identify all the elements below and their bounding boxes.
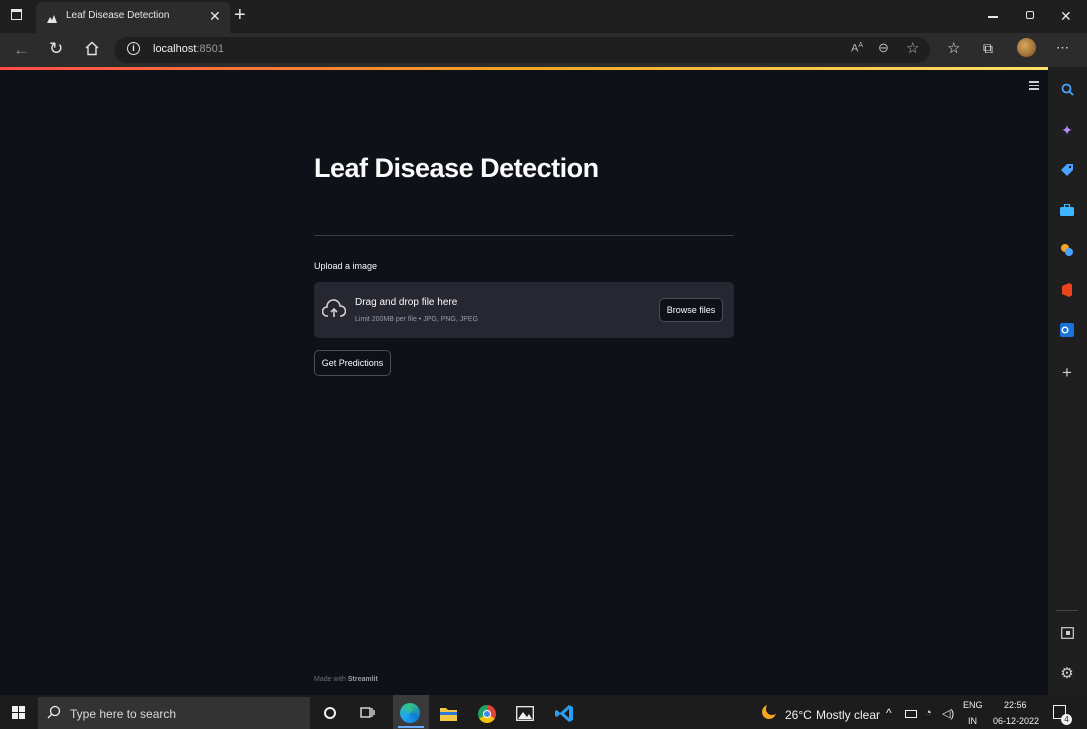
tools-briefcase-icon[interactable] bbox=[1057, 200, 1077, 220]
clock-time[interactable]: 22:56 bbox=[1004, 700, 1027, 710]
app-menu-icon[interactable] bbox=[1029, 81, 1039, 90]
upload-label: Upload a image bbox=[314, 261, 378, 271]
games-icon[interactable] bbox=[1057, 240, 1077, 260]
zoom-icon[interactable]: ⊖ bbox=[878, 40, 889, 56]
photos-icon[interactable] bbox=[516, 706, 534, 726]
search-placeholder: Type here to search bbox=[70, 707, 177, 721]
battery-icon[interactable] bbox=[905, 710, 917, 718]
site-info-icon[interactable]: i bbox=[127, 42, 140, 55]
window-menu-icon[interactable] bbox=[11, 9, 22, 20]
close-window-icon[interactable]: ✕ bbox=[1060, 8, 1072, 25]
footer: Made with Streamlit bbox=[314, 676, 378, 683]
discover-icon[interactable]: ✦ bbox=[1057, 120, 1077, 140]
footer-link[interactable]: Streamlit bbox=[348, 676, 378, 683]
url-text[interactable]: localhost:8501 bbox=[153, 43, 224, 55]
outlook-icon[interactable] bbox=[1057, 320, 1077, 340]
sidebar-divider bbox=[1056, 610, 1078, 611]
streamlit-favicon-icon bbox=[47, 10, 57, 23]
sidebar-settings-icon[interactable]: ⚙ bbox=[1057, 663, 1077, 683]
read-aloud-icon[interactable]: AA bbox=[851, 42, 863, 55]
shopping-tag-icon[interactable] bbox=[1057, 160, 1077, 180]
restore-icon[interactable] bbox=[1026, 11, 1034, 19]
new-tab-icon[interactable]: + bbox=[234, 4, 246, 27]
edge-app-icon[interactable] bbox=[400, 703, 420, 723]
start-button-icon[interactable] bbox=[12, 706, 25, 719]
file-explorer-icon[interactable] bbox=[440, 706, 457, 726]
dropzone-instruction: Drag and drop file here bbox=[355, 297, 458, 308]
streamlit-accent-bar bbox=[0, 67, 1048, 70]
tab-close-icon[interactable]: ✕ bbox=[209, 8, 221, 25]
task-view-icon[interactable] bbox=[360, 705, 375, 725]
address-bar[interactable] bbox=[114, 37, 930, 63]
edge-active-indicator bbox=[398, 726, 424, 728]
title-divider bbox=[314, 235, 734, 236]
weather-moon-icon[interactable] bbox=[760, 703, 778, 726]
cortana-icon[interactable] bbox=[324, 707, 336, 719]
language-top[interactable]: ENG bbox=[963, 700, 983, 710]
add-favorite-icon[interactable]: ☆ bbox=[906, 39, 919, 57]
cloud-upload-icon bbox=[321, 299, 347, 324]
search-icon[interactable] bbox=[1057, 79, 1077, 99]
add-sidebar-app-icon[interactable]: + bbox=[1057, 363, 1077, 383]
get-predictions-button[interactable]: Get Predictions bbox=[314, 350, 391, 376]
back-icon[interactable]: ← bbox=[13, 40, 30, 60]
url-port: :8501 bbox=[196, 43, 224, 55]
chrome-icon[interactable] bbox=[478, 705, 496, 723]
favorites-icon[interactable]: ☆ bbox=[947, 39, 960, 57]
url-host: localhost bbox=[153, 43, 197, 55]
page-title: Leaf Disease Detection bbox=[314, 153, 599, 183]
split-screen-icon[interactable] bbox=[1057, 623, 1077, 643]
vscode-icon[interactable] bbox=[555, 704, 574, 728]
footer-prefix: Made with bbox=[314, 676, 348, 683]
office-icon[interactable] bbox=[1057, 280, 1077, 300]
clock-date[interactable]: 06-12-2022 bbox=[993, 716, 1039, 726]
wifi-icon[interactable]: ◔ bbox=[925, 707, 932, 719]
language-bottom[interactable]: IN bbox=[968, 716, 977, 726]
profile-avatar[interactable] bbox=[1017, 38, 1036, 57]
notification-count-badge: 4 bbox=[1061, 714, 1072, 725]
dropzone-limit: Limit 200MB per file • JPG, PNG, JPEG bbox=[355, 316, 479, 323]
tab-title: Leaf Disease Detection bbox=[66, 10, 170, 21]
collections-icon[interactable]: ⧉ bbox=[983, 40, 993, 57]
weather-temp[interactable]: 26°C bbox=[785, 708, 812, 722]
refresh-icon[interactable]: ↻ bbox=[49, 39, 63, 59]
search-glass-icon bbox=[47, 705, 61, 724]
browse-files-button[interactable]: Browse files bbox=[659, 298, 723, 322]
show-hidden-icons-chevron-icon[interactable]: ^ bbox=[886, 706, 892, 720]
more-menu-icon[interactable]: ⋯ bbox=[1056, 40, 1069, 56]
home-icon[interactable] bbox=[84, 41, 100, 61]
weather-condition[interactable]: Mostly clear bbox=[816, 708, 880, 722]
minimize-icon[interactable] bbox=[988, 16, 998, 18]
volume-icon[interactable]: ◁) bbox=[942, 707, 954, 720]
